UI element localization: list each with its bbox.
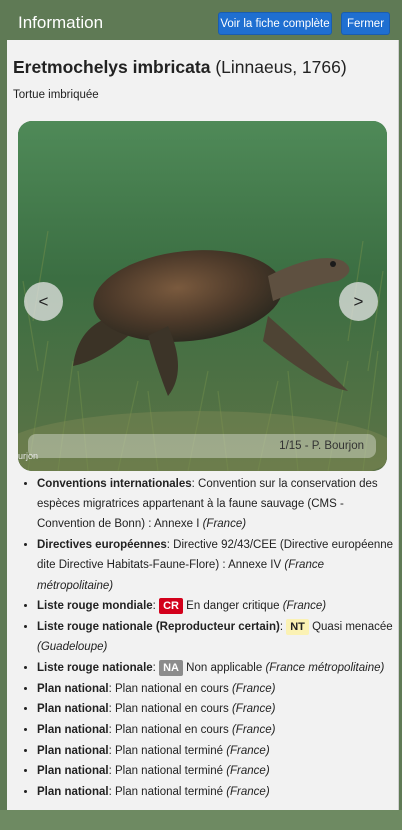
status-text: : Plan national en cours bbox=[108, 703, 232, 716]
status-text: Non applicable bbox=[182, 661, 266, 674]
species-name: Eretmochelys imbricata (Linnaeus, 1766) bbox=[13, 57, 347, 78]
photo-caption: 1/15 - P. Bourjon bbox=[28, 434, 376, 458]
turtle-photo bbox=[18, 121, 387, 471]
status-region: (France) bbox=[202, 518, 247, 531]
status-label: Liste rouge mondiale bbox=[37, 600, 153, 613]
status-item: Plan national: Plan national terminé (Fr… bbox=[37, 761, 397, 781]
status-text: Quasi menacée bbox=[308, 620, 393, 633]
status-item: Plan national: Plan national terminé (Fr… bbox=[37, 782, 397, 802]
species-authority: (Linnaeus, 1766) bbox=[215, 57, 347, 77]
status-label: Plan national bbox=[37, 723, 109, 736]
protection-status-list: Conventions internationales: Convention … bbox=[25, 474, 397, 803]
status-region: (France) bbox=[231, 703, 276, 716]
status-item: Plan national: Plan national terminé (Fr… bbox=[37, 741, 397, 761]
status-label: Liste rouge nationale (Reproducteur cert… bbox=[37, 620, 280, 633]
info-panel[interactable]: Eretmochelys imbricata (Linnaeus, 1766) … bbox=[7, 40, 399, 810]
photo-carousel[interactable]: < > 1/15 - P. Bourjon urjon bbox=[18, 121, 387, 471]
status-badge-na: NA bbox=[159, 659, 183, 676]
chevron-left-icon: < bbox=[38, 291, 49, 311]
carousel-next-button[interactable]: > bbox=[339, 282, 378, 321]
status-item: Liste rouge mondiale: CR En danger criti… bbox=[37, 596, 397, 616]
status-text: : Plan national terminé bbox=[108, 744, 227, 757]
status-badge-cr: CR bbox=[159, 598, 183, 615]
status-item: Plan national: Plan national en cours (F… bbox=[37, 679, 397, 699]
status-label: Plan national bbox=[37, 744, 109, 757]
status-text: En danger critique bbox=[182, 600, 283, 613]
status-region: (France métropolitaine) bbox=[265, 661, 385, 674]
status-item: Liste rouge nationale (Reproducteur cert… bbox=[37, 617, 397, 657]
status-item: Plan national: Plan national en cours (F… bbox=[37, 720, 397, 740]
status-badge-nt: NT bbox=[286, 618, 309, 635]
status-region: (France) bbox=[226, 744, 270, 757]
status-item: Directives européennes: Directive 92/43/… bbox=[37, 535, 397, 596]
status-text: : Plan national terminé bbox=[108, 765, 227, 778]
status-text: : Plan national en cours bbox=[108, 682, 232, 695]
status-label: Directives européennes bbox=[37, 539, 167, 552]
status-region: (France) bbox=[226, 786, 270, 799]
status-item: Plan national: Plan national en cours (F… bbox=[37, 699, 397, 719]
status-item: Liste rouge nationale: NA Non applicable… bbox=[37, 658, 397, 678]
dialog-title: Information bbox=[18, 13, 104, 32]
status-region: (France) bbox=[231, 682, 276, 695]
status-label: Plan national bbox=[37, 786, 109, 799]
photo-watermark: urjon bbox=[18, 451, 39, 461]
close-button[interactable]: Fermer bbox=[341, 12, 390, 35]
status-label: Plan national bbox=[37, 703, 109, 716]
status-label: Plan national bbox=[37, 682, 109, 695]
scientific-name: Eretmochelys imbricata bbox=[13, 57, 211, 77]
status-label: Conventions internationales bbox=[37, 478, 192, 490]
status-label: Plan national bbox=[37, 765, 109, 778]
status-region: (Guadeloupe) bbox=[37, 641, 108, 654]
status-region: (France) bbox=[231, 723, 276, 736]
status-label: Liste rouge nationale bbox=[37, 661, 153, 674]
status-item: Conventions internationales: Convention … bbox=[37, 474, 397, 535]
chevron-right-icon: > bbox=[353, 291, 364, 311]
status-text: : Plan national terminé bbox=[108, 786, 227, 799]
status-region: (France) bbox=[282, 600, 327, 613]
common-name: Tortue imbriquée bbox=[13, 89, 99, 101]
carousel-prev-button[interactable]: < bbox=[24, 282, 63, 321]
status-text: : Plan national en cours bbox=[108, 723, 232, 736]
view-full-sheet-button[interactable]: Voir la fiche complète bbox=[218, 12, 332, 35]
status-region: (France) bbox=[226, 765, 270, 778]
map-background bbox=[0, 810, 402, 830]
